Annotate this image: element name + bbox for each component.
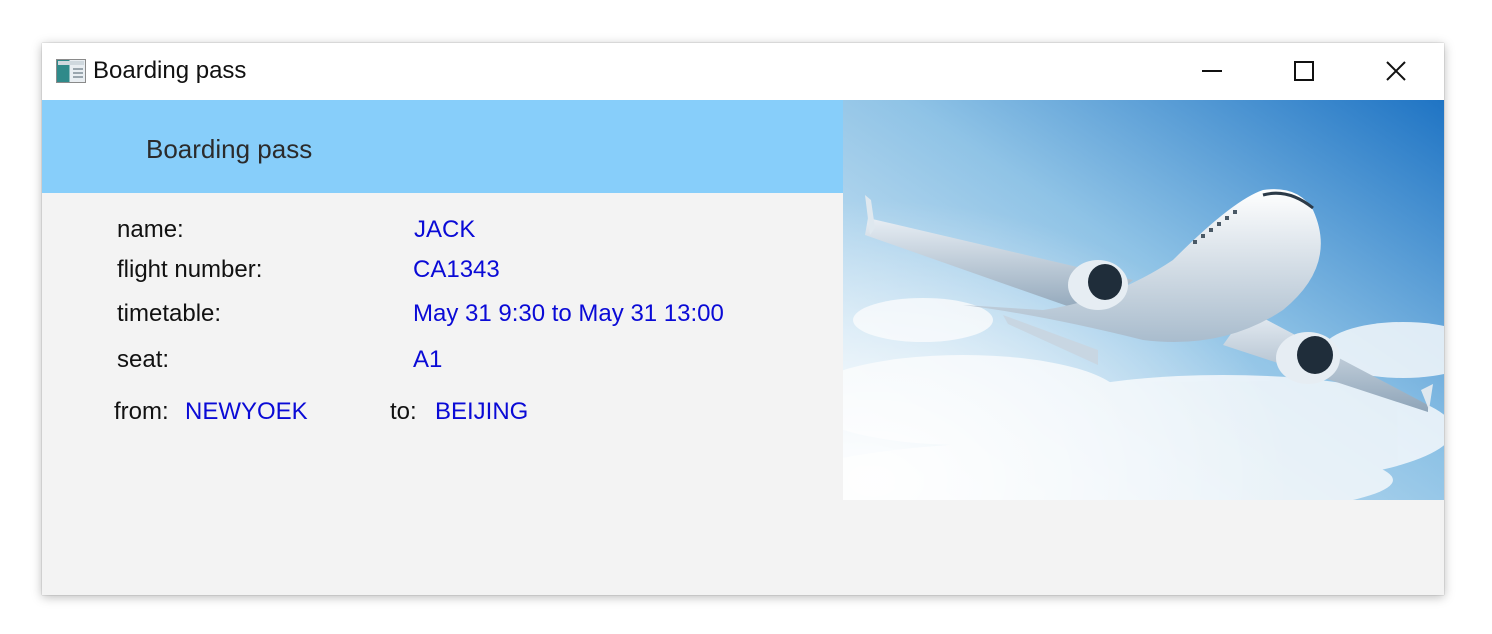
- minimize-button[interactable]: [1166, 43, 1258, 100]
- maximize-icon: [1294, 61, 1314, 81]
- to-label: to:: [390, 398, 417, 425]
- minimize-icon: [1202, 70, 1222, 72]
- seat-label: seat:: [117, 346, 170, 373]
- timetable-label: timetable:: [117, 300, 222, 327]
- from-value: NEWYOEK: [185, 398, 308, 425]
- banner-title: Boarding pass: [146, 134, 313, 164]
- timetable-value: May 31 9:30 to May 31 13:00: [413, 300, 724, 327]
- flight-number-label: flight number:: [117, 256, 263, 283]
- seat-value: A1: [413, 346, 443, 373]
- maximize-button[interactable]: [1258, 43, 1350, 100]
- window-title: Boarding pass: [93, 57, 247, 84]
- flight-number-value: CA1343: [413, 256, 500, 283]
- application-icon: [56, 59, 86, 83]
- header-banner: Boarding pass: [42, 100, 843, 193]
- title-bar[interactable]: Boarding pass: [42, 43, 1444, 100]
- from-label: from:: [114, 398, 169, 425]
- name-label: name:: [117, 216, 184, 243]
- close-button[interactable]: [1350, 43, 1442, 100]
- name-value: JACK: [414, 216, 476, 243]
- close-icon: [1386, 61, 1406, 81]
- boarding-pass-window: Boarding pass Boarding pass name: JACK f…: [42, 43, 1444, 595]
- to-value: BEIJING: [435, 398, 529, 425]
- airplane-photo: [843, 100, 1444, 500]
